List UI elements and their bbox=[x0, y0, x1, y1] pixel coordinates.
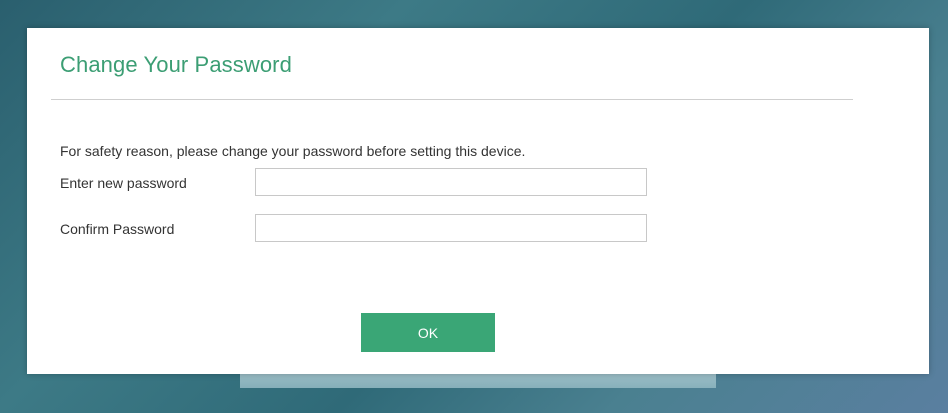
change-password-dialog: Change Your Password For safety reason, … bbox=[27, 28, 929, 374]
dialog-title: Change Your Password bbox=[60, 52, 292, 77]
new-password-label: Enter new password bbox=[60, 175, 187, 191]
confirm-password-label: Confirm Password bbox=[60, 221, 175, 237]
new-password-row: Enter new password bbox=[60, 168, 650, 198]
title-divider bbox=[51, 99, 853, 100]
safety-notice: For safety reason, please change your pa… bbox=[60, 143, 526, 159]
ok-button[interactable]: OK bbox=[361, 313, 495, 352]
confirm-password-row: Confirm Password bbox=[60, 214, 650, 244]
page: { "dialog": { "title": "Change Your Pass… bbox=[0, 0, 948, 413]
new-password-input[interactable] bbox=[255, 168, 647, 196]
confirm-password-input[interactable] bbox=[255, 214, 647, 242]
